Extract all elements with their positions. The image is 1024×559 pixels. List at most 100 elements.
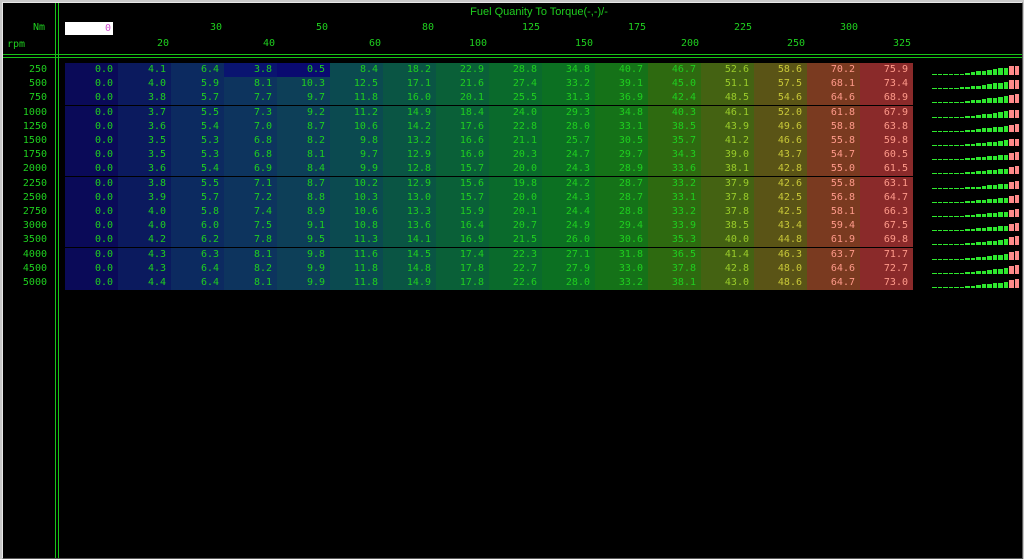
table-cell[interactable]: 29.7	[595, 148, 648, 163]
column-header[interactable]: 200	[647, 38, 699, 49]
table-cell[interactable]: 36.5	[648, 247, 701, 262]
table-cell[interactable]: 9.9	[277, 276, 330, 290]
column-header[interactable]: 40	[223, 38, 275, 49]
table-cell[interactable]: 8.4	[277, 162, 330, 177]
table-cell[interactable]: 24.3	[542, 190, 595, 205]
table-cell[interactable]: 28.8	[489, 63, 542, 77]
table-cell[interactable]: 39.0	[701, 148, 754, 163]
table-cell[interactable]: 0.0	[65, 233, 118, 248]
table-cell[interactable]: 64.7	[860, 190, 913, 205]
table-cell[interactable]: 36.9	[595, 91, 648, 106]
table-cell[interactable]: 73.4	[860, 77, 913, 92]
table-cell[interactable]: 20.1	[489, 205, 542, 219]
table-cell[interactable]: 0.0	[65, 219, 118, 234]
table-cell[interactable]: 5.7	[171, 91, 224, 106]
table-cell[interactable]: 3.8	[224, 63, 277, 77]
table-cell[interactable]: 40.0	[701, 233, 754, 248]
table-cell[interactable]: 3.8	[118, 176, 171, 191]
table-cell[interactable]: 17.1	[383, 77, 436, 92]
table-cell[interactable]: 14.1	[383, 233, 436, 248]
table-cell[interactable]: 12.9	[383, 176, 436, 191]
table-cell[interactable]: 20.7	[489, 219, 542, 234]
table-cell[interactable]: 71.7	[860, 247, 913, 262]
table-cell[interactable]: 8.7	[277, 176, 330, 191]
table-cell[interactable]: 64.6	[807, 91, 860, 106]
table-cell[interactable]: 22.3	[489, 247, 542, 262]
table-cell[interactable]: 13.2	[383, 134, 436, 148]
table-cell[interactable]: 59.8	[860, 134, 913, 148]
table-cell[interactable]: 7.8	[224, 233, 277, 248]
row-header[interactable]: 2500	[7, 191, 47, 205]
table-cell[interactable]: 28.0	[542, 276, 595, 290]
table-cell[interactable]: 63.1	[860, 176, 913, 191]
table-cell[interactable]: 33.0	[595, 261, 648, 276]
table-cell[interactable]: 24.9	[542, 219, 595, 234]
row-header[interactable]: 3500	[7, 233, 47, 247]
table-cell[interactable]: 38.1	[648, 276, 701, 290]
table-cell[interactable]: 4.0	[118, 205, 171, 219]
table-cell[interactable]: 4.3	[118, 261, 171, 276]
table-cell[interactable]: 14.2	[383, 119, 436, 134]
table-cell[interactable]: 8.1	[277, 148, 330, 163]
table-cell[interactable]: 35.3	[648, 233, 701, 248]
table-cell[interactable]: 10.6	[330, 205, 383, 219]
table-cell[interactable]: 16.0	[383, 91, 436, 106]
table-cell[interactable]: 43.4	[754, 219, 807, 234]
table-cell[interactable]: 10.8	[330, 219, 383, 234]
table-cell[interactable]: 6.2	[171, 233, 224, 248]
table-cell[interactable]: 5.5	[171, 105, 224, 120]
table-cell[interactable]: 37.8	[648, 261, 701, 276]
table-cell[interactable]: 41.2	[701, 134, 754, 148]
column-header[interactable]: 225	[700, 22, 752, 33]
table-cell[interactable]: 52.6	[701, 63, 754, 77]
column-header[interactable]: 20	[117, 38, 169, 49]
table-cell[interactable]: 10.3	[277, 77, 330, 92]
table-cell[interactable]: 18.4	[436, 105, 489, 120]
table-cell[interactable]: 30.5	[595, 134, 648, 148]
table-cell[interactable]: 61.5	[860, 162, 913, 177]
table-cell[interactable]: 11.3	[330, 233, 383, 248]
table-cell[interactable]: 6.8	[224, 148, 277, 163]
table-cell[interactable]: 58.8	[807, 119, 860, 134]
table-cell[interactable]: 0.0	[65, 105, 118, 120]
table-cell[interactable]: 28.7	[595, 176, 648, 191]
table-cell[interactable]: 0.0	[65, 205, 118, 219]
table-cell[interactable]: 5.5	[171, 176, 224, 191]
column-header[interactable]: 300	[806, 22, 858, 33]
table-cell[interactable]: 5.8	[171, 205, 224, 219]
table-cell[interactable]: 24.4	[542, 205, 595, 219]
table-cell[interactable]: 38.1	[701, 162, 754, 177]
table-cell[interactable]: 51.1	[701, 77, 754, 92]
table-cell[interactable]: 21.5	[489, 233, 542, 248]
table-cell[interactable]: 54.7	[807, 148, 860, 163]
table-cell[interactable]: 72.7	[860, 261, 913, 276]
table-cell[interactable]: 4.0	[118, 77, 171, 92]
table-cell[interactable]: 24.3	[542, 162, 595, 177]
table-cell[interactable]: 70.2	[807, 63, 860, 77]
table-cell[interactable]: 34.3	[648, 148, 701, 163]
table-cell[interactable]: 18.2	[383, 63, 436, 77]
table-cell[interactable]: 43.9	[701, 119, 754, 134]
table-cell[interactable]: 17.8	[436, 261, 489, 276]
table-cell[interactable]: 30.6	[595, 233, 648, 248]
row-header[interactable]: 5000	[7, 276, 47, 290]
table-cell[interactable]: 33.6	[648, 162, 701, 177]
table-cell[interactable]: 0.0	[65, 176, 118, 191]
table-cell[interactable]: 14.9	[383, 276, 436, 290]
table-cell[interactable]: 5.3	[171, 134, 224, 148]
table-cell[interactable]: 8.9	[277, 205, 330, 219]
table-cell[interactable]: 9.1	[277, 219, 330, 234]
table-cell[interactable]: 3.6	[118, 162, 171, 177]
column-header[interactable]: 325	[859, 38, 911, 49]
table-cell[interactable]: 20.1	[436, 91, 489, 106]
cell-edit-input[interactable]	[65, 22, 113, 35]
table-cell[interactable]: 61.8	[807, 105, 860, 120]
table-cell[interactable]: 12.8	[383, 162, 436, 177]
row-header[interactable]: 4500	[7, 262, 47, 276]
row-header[interactable]: 4000	[7, 248, 47, 262]
table-cell[interactable]: 22.8	[489, 119, 542, 134]
table-cell[interactable]: 33.2	[595, 276, 648, 290]
table-cell[interactable]: 27.1	[542, 247, 595, 262]
table-cell[interactable]: 31.8	[595, 247, 648, 262]
table-cell[interactable]: 5.7	[171, 190, 224, 205]
